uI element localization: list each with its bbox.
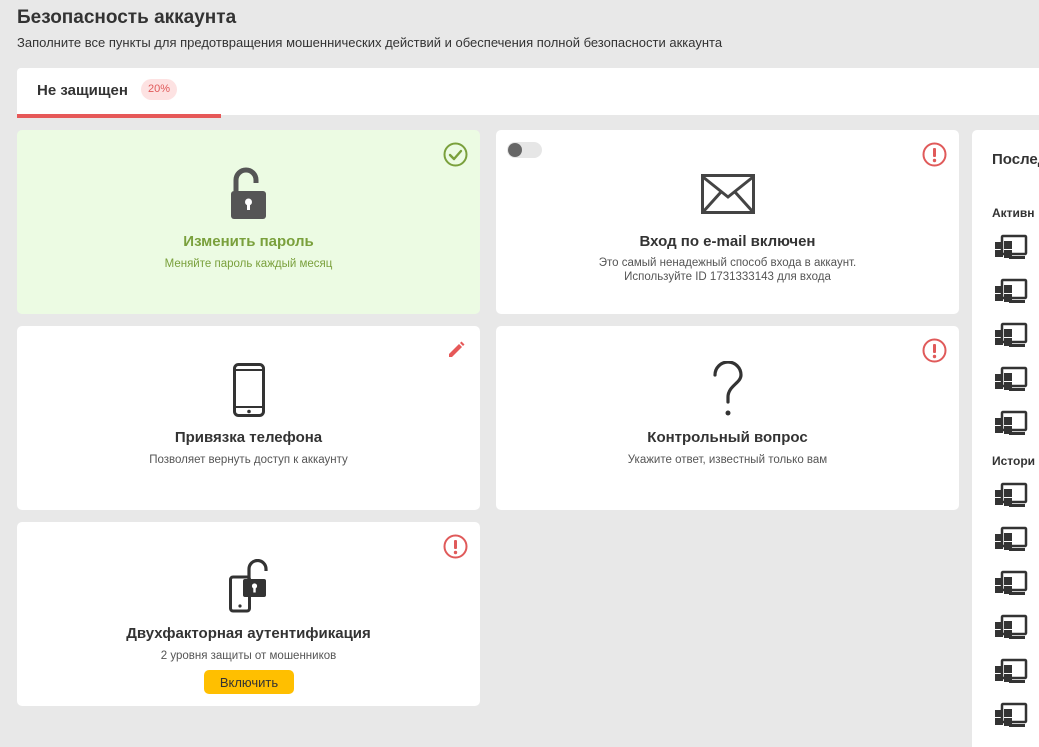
card-description-line-2: Используйте ID 1731333143 для входа xyxy=(624,271,831,283)
card-description: Укажите ответ, известный только вам xyxy=(627,454,828,466)
active-sessions-label: Активн xyxy=(992,206,1035,220)
windows-desktop-icon[interactable] xyxy=(995,234,1029,264)
windows-desktop-icon[interactable] xyxy=(995,410,1029,440)
check-circle-icon xyxy=(443,142,468,167)
page-title: Безопасность аккаунта xyxy=(17,7,237,28)
card-title: Двухфакторная аутентификация xyxy=(126,625,371,642)
status-label: Не защищен xyxy=(37,82,128,99)
sessions-panel: Послед Активн Истори xyxy=(972,130,1039,747)
card-title: Изменить пароль xyxy=(183,233,314,250)
session-history-label: Истори xyxy=(992,454,1036,468)
windows-desktop-icon[interactable] xyxy=(995,322,1029,352)
card-title: Привязка телефона xyxy=(174,429,323,446)
windows-desktop-icon[interactable] xyxy=(995,526,1029,556)
windows-desktop-icon[interactable] xyxy=(995,614,1029,644)
padlock-open-icon xyxy=(17,167,480,221)
card-description: 2 уровня защиты от мошенников xyxy=(160,650,337,662)
card-description-line-1: Это самый ненадежный способ входа в акка… xyxy=(598,257,857,269)
phone-lock-icon xyxy=(17,559,480,613)
enable-button[interactable]: Включить xyxy=(204,670,294,694)
toggle-knob xyxy=(508,143,522,157)
card-title: Вход по e-mail включен xyxy=(639,233,816,250)
windows-desktop-icon[interactable] xyxy=(995,658,1029,688)
status-badge: 20% xyxy=(141,79,178,100)
windows-desktop-icon[interactable] xyxy=(995,482,1029,512)
card-email-login[interactable]: Вход по e-mail включен Это самый ненадеж… xyxy=(496,130,959,314)
warning-icon xyxy=(443,534,468,559)
security-progress-bar xyxy=(17,114,222,118)
card-two-factor-auth[interactable]: Двухфакторная аутентификация 2 уровня за… xyxy=(17,522,480,706)
windows-desktop-icon[interactable] xyxy=(995,702,1029,732)
pencil-edit-icon[interactable] xyxy=(443,338,468,363)
windows-desktop-icon[interactable] xyxy=(995,366,1029,396)
envelope-icon xyxy=(496,174,959,214)
warning-icon xyxy=(922,338,947,363)
windows-desktop-icon[interactable] xyxy=(995,570,1029,600)
card-phone-binding[interactable]: Привязка телефона Позволяет вернуть дост… xyxy=(17,326,480,510)
sessions-panel-title: Послед xyxy=(992,151,1039,168)
card-description: Позволяет вернуть доступ к аккаунту xyxy=(149,454,348,466)
warning-icon xyxy=(922,142,947,167)
card-title: Контрольный вопрос xyxy=(647,429,808,446)
page-subtitle: Заполните все пункты для предотвращения … xyxy=(17,35,723,50)
question-mark-icon xyxy=(496,361,959,419)
card-change-password[interactable]: Изменить пароль Меняйте пароль каждый ме… xyxy=(17,130,480,314)
card-security-question[interactable]: Контрольный вопрос Укажите ответ, извест… xyxy=(496,326,959,510)
card-description: Меняйте пароль каждый месяц xyxy=(164,258,333,270)
security-status-bar: Не защищен 20% xyxy=(17,68,1039,115)
windows-desktop-icon[interactable] xyxy=(995,278,1029,308)
smartphone-icon xyxy=(17,363,480,417)
email-login-toggle[interactable] xyxy=(507,142,542,158)
